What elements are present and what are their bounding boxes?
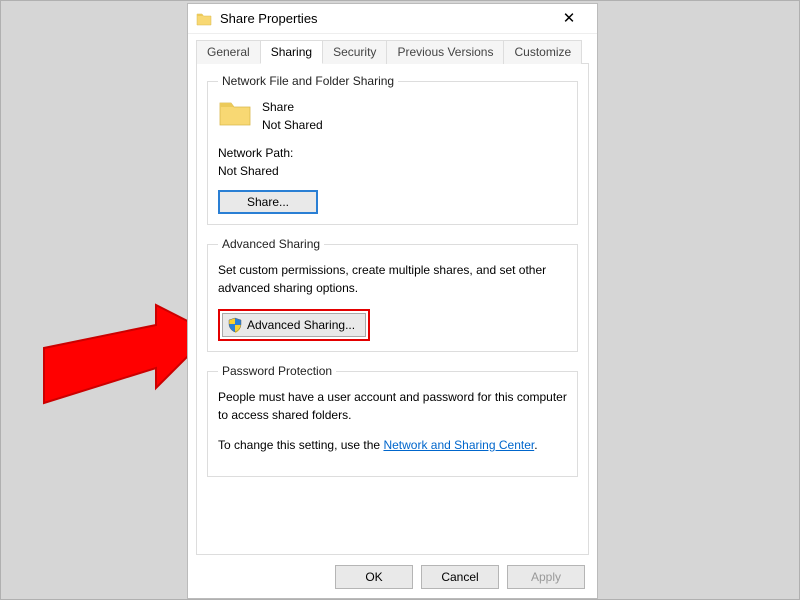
cancel-button[interactable]: Cancel xyxy=(421,565,499,589)
titlebar: Share Properties ✕ xyxy=(188,4,597,34)
line2-prefix: To change this setting, use the xyxy=(218,438,383,452)
advanced-sharing-button-label: Advanced Sharing... xyxy=(247,318,355,332)
tab-previous-versions[interactable]: Previous Versions xyxy=(386,40,504,64)
tab-customize[interactable]: Customize xyxy=(503,40,582,64)
group-network-file-sharing: Network File and Folder Sharing Share No… xyxy=(207,74,578,225)
ok-button[interactable]: OK xyxy=(335,565,413,589)
share-button[interactable]: Share... xyxy=(218,190,318,214)
share-info-row: Share Not Shared xyxy=(218,98,567,134)
window-title: Share Properties xyxy=(220,11,549,26)
network-path-block: Network Path: Not Shared xyxy=(218,144,567,180)
network-sharing-center-link[interactable]: Network and Sharing Center xyxy=(383,438,534,452)
share-status: Not Shared xyxy=(262,116,323,134)
network-path-value: Not Shared xyxy=(218,162,567,180)
red-arrow-annotation xyxy=(36,303,211,433)
properties-dialog: Share Properties ✕ General Sharing Secur… xyxy=(187,3,598,599)
group-advanced-sharing: Advanced Sharing Set custom permissions,… xyxy=(207,237,578,352)
password-protection-line2: To change this setting, use the Network … xyxy=(218,436,567,454)
group-legend: Advanced Sharing xyxy=(218,237,324,251)
network-path-label: Network Path: xyxy=(218,144,567,162)
sharing-tab-panel: Network File and Folder Sharing Share No… xyxy=(196,63,589,555)
tab-strip: General Sharing Security Previous Versio… xyxy=(188,34,597,64)
advanced-sharing-highlight: Advanced Sharing... xyxy=(218,309,370,341)
tab-sharing[interactable]: Sharing xyxy=(260,40,323,64)
group-legend: Password Protection xyxy=(218,364,336,378)
uac-shield-icon xyxy=(227,317,243,333)
advanced-sharing-button[interactable]: Advanced Sharing... xyxy=(222,313,366,337)
share-info: Share Not Shared xyxy=(262,98,323,134)
folder-icon xyxy=(218,98,252,128)
tab-security[interactable]: Security xyxy=(322,40,387,64)
group-password-protection: Password Protection People must have a u… xyxy=(207,364,578,477)
close-button[interactable]: ✕ xyxy=(549,5,589,33)
password-protection-line1: People must have a user account and pass… xyxy=(218,388,567,424)
apply-button[interactable]: Apply xyxy=(507,565,585,589)
dialog-footer: OK Cancel Apply xyxy=(335,565,585,589)
tab-general[interactable]: General xyxy=(196,40,261,64)
advanced-sharing-description: Set custom permissions, create multiple … xyxy=(218,261,567,297)
screenshot-frame: Share Properties ✕ General Sharing Secur… xyxy=(0,0,800,600)
line2-suffix: . xyxy=(534,438,537,452)
group-legend: Network File and Folder Sharing xyxy=(218,74,398,88)
folder-icon xyxy=(196,11,212,27)
folder-name: Share xyxy=(262,98,323,116)
